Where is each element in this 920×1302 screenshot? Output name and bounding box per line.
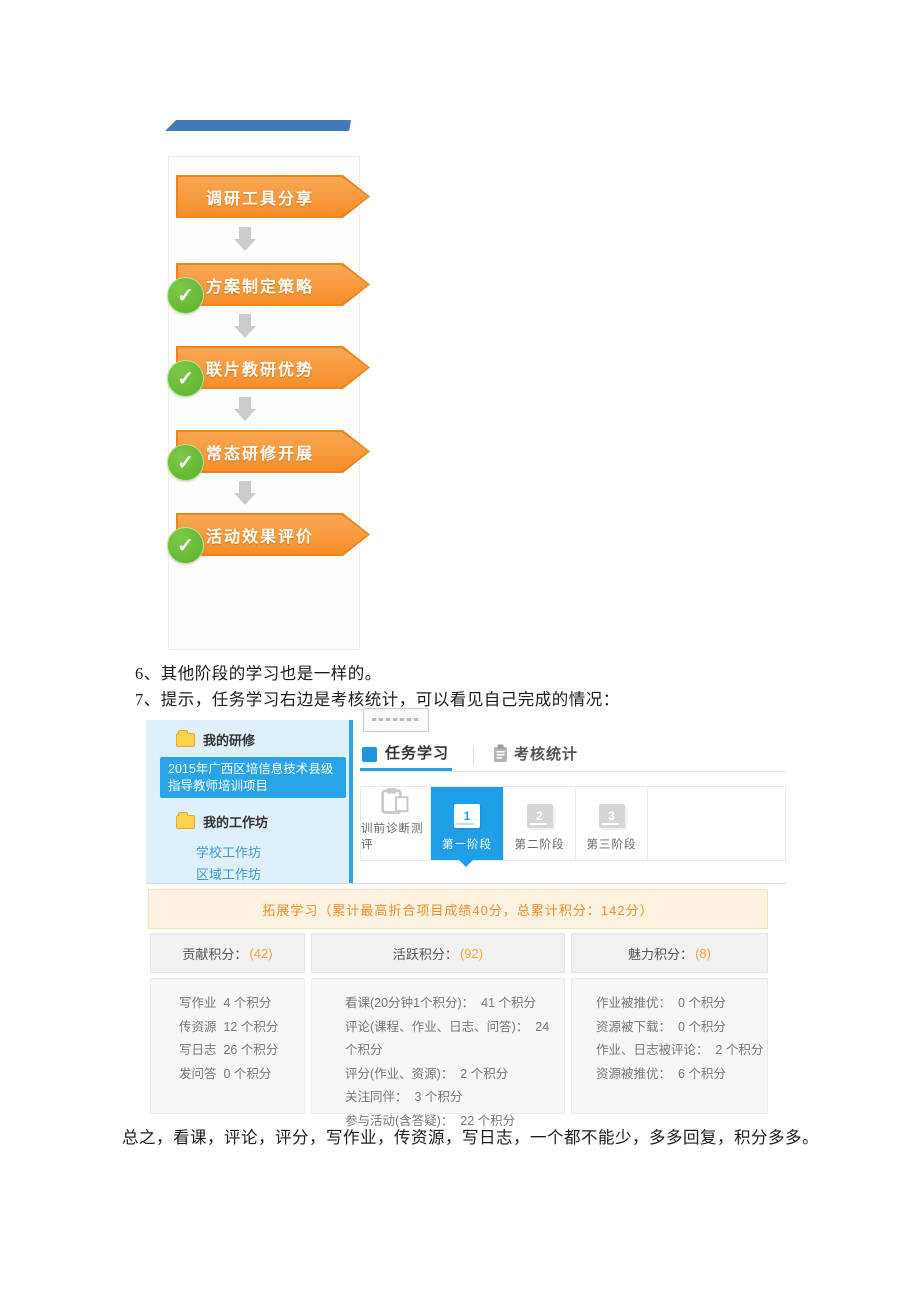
stage-number: 2: [536, 809, 543, 823]
stage-label: 第二阶段: [515, 836, 565, 852]
sidebar-section-label: 我的工作坊: [203, 812, 268, 831]
flow-step-2[interactable]: 方案制定策略 ✓: [176, 263, 370, 306]
flow-step-label: 方案制定策略: [176, 263, 370, 306]
charm-points-body: 作业被推优： 0 个积分 资源被下载： 0 个积分 作业、日志被评论： 2 个积…: [571, 978, 768, 1114]
points-row: 评分(作业、资源)： 2 个积分: [345, 1063, 564, 1087]
points-row: 关注同伴： 3 个积分: [345, 1086, 564, 1110]
blue-square-icon: [362, 747, 377, 762]
stage-selector-row: 训前诊断测评 1 第一阶段 2 第二阶段 3 第三阶段: [360, 786, 786, 861]
flow-step-label: 调研工具分享: [176, 175, 370, 218]
tab-separator: [473, 746, 474, 765]
stage-pretest-button[interactable]: 训前诊断测评: [361, 787, 431, 860]
column-value: (92): [460, 946, 483, 961]
charm-points-header: 魅力积分：(8): [571, 933, 768, 973]
sidebar-item-region-workshop[interactable]: 区域工作坊: [196, 864, 261, 883]
column-value: (42): [249, 946, 272, 961]
points-row: 写日志 26 个积分: [179, 1039, 304, 1063]
down-arrow-icon: [230, 481, 260, 508]
folder-icon: [176, 815, 195, 829]
flow-step-1[interactable]: 调研工具分享: [176, 175, 370, 218]
down-arrow-icon: [230, 314, 260, 341]
down-arrow-icon: [230, 227, 260, 254]
stage-number: 3: [608, 809, 615, 823]
sidebar-section-my-training[interactable]: 我的研修: [176, 730, 255, 749]
checkmark-icon: ✓: [167, 277, 204, 314]
column-title: 活跃积分：: [393, 944, 458, 963]
stage-3-button[interactable]: 3 第三阶段: [576, 787, 648, 860]
checkmark-icon: ✓: [167, 527, 204, 564]
column-title: 贡献积分：: [182, 944, 247, 963]
points-row: 传资源 12 个积分: [179, 1016, 304, 1040]
sidebar-item-school-workshop[interactable]: 学校工作坊: [196, 842, 261, 861]
activity-points-body: 看课(20分钟1个积分)： 41 个积分 评论(课程、作业、日志、问答)： 24…: [311, 978, 565, 1114]
checkmark-icon: ✓: [167, 360, 204, 397]
tab-assessment-stats[interactable]: 考核统计: [514, 743, 578, 764]
points-row: 作业、日志被评论： 2 个积分: [596, 1039, 767, 1063]
flowchart-panel: [168, 156, 360, 650]
folder-icon: [176, 733, 195, 747]
checkmark-icon: ✓: [167, 444, 204, 481]
stage-1-button[interactable]: 1 第一阶段: [431, 787, 504, 860]
stage-label: 第一阶段: [442, 836, 492, 852]
sidebar-section-label: 我的研修: [203, 730, 255, 749]
contribution-points-body: 写作业 4 个积分 传资源 12 个积分 写日志 26 个积分 发问答 0 个积…: [150, 978, 305, 1114]
sidebar: 我的研修 2015年广西区培信息技术县级指导教师培训项目 我的工作坊 学校工作坊…: [146, 720, 353, 883]
doc-footer-line: 总之，看课，评论，评分，写作业，传资源，写日志，一个都不能少，多多回复，积分多多…: [122, 1124, 819, 1148]
book-icon: 3: [599, 804, 625, 828]
flow-step-3[interactable]: 联片教研优势 ✓: [176, 346, 370, 389]
flow-step-label: 常态研修开展: [176, 430, 370, 473]
flow-step-label: 联片教研优势: [176, 346, 370, 389]
active-stage-pointer: [458, 859, 474, 867]
document-page: 调研工具分享 方案制定策略 ✓ 联片教研优势 ✓ 常态研修开展 ✓ 活动效果评价…: [0, 0, 920, 1302]
stage-2-button[interactable]: 2 第二阶段: [504, 787, 576, 860]
stage-label: 第三阶段: [587, 836, 637, 852]
points-row: 评论(课程、作业、日志、问答)： 24 个积分: [345, 1016, 564, 1063]
tab-task-learning[interactable]: 任务学习: [385, 742, 449, 763]
sidebar-item-selected-project[interactable]: 2015年广西区培信息技术县级指导教师培训项目: [160, 757, 346, 798]
tab-divider-line: [360, 771, 785, 772]
points-row: 资源被下载： 0 个积分: [596, 1016, 767, 1040]
decorative-blue-bar: [165, 120, 351, 131]
down-arrow-icon: [230, 397, 260, 424]
flow-step-label: 活动效果评价: [176, 513, 370, 556]
points-row: 看课(20分钟1个积分)： 41 个积分: [345, 992, 564, 1016]
points-row: 发问答 0 个积分: [179, 1063, 304, 1087]
stage-number: 1: [464, 809, 471, 823]
column-value: (8): [695, 946, 711, 961]
points-row: 作业被推优： 0 个积分: [596, 992, 767, 1016]
doc-line-7: 7、提示，任务学习右边是考核统计，可以看见自己完成的情况：: [135, 686, 620, 710]
screenshot-bottom-edge: [146, 883, 786, 884]
flow-step-4[interactable]: 常态研修开展 ✓: [176, 430, 370, 473]
column-title: 魅力积分：: [628, 944, 693, 963]
points-row: 资源被推优： 6 个积分: [596, 1063, 767, 1087]
clipboard-icon: [493, 744, 509, 768]
points-row: 写作业 4 个积分: [179, 992, 304, 1016]
activity-points-header: 活跃积分：(92): [311, 933, 565, 973]
book-icon: 2: [527, 804, 553, 828]
extended-learning-header: 拓展学习（累计最高折合项目成绩40分，总累计积分：142分）: [148, 889, 768, 929]
book-icon: 1: [454, 804, 480, 828]
cropped-button[interactable]: [363, 708, 429, 732]
doc-line-6: 6、其他阶段的学习也是一样的。: [135, 660, 382, 684]
clipboard-icon: [378, 787, 414, 815]
flow-step-5[interactable]: 活动效果评价 ✓: [176, 513, 370, 556]
stage-label: 训前诊断测评: [361, 820, 430, 852]
sidebar-section-my-workshop[interactable]: 我的工作坊: [176, 812, 268, 831]
contribution-points-header: 贡献积分：(42): [150, 933, 305, 973]
